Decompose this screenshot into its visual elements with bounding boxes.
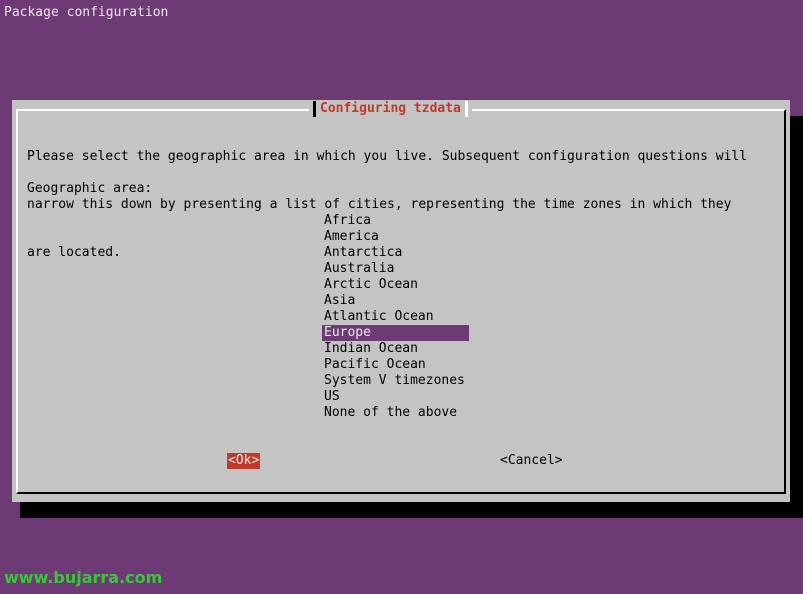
area-option-australia[interactable]: Australia (322, 261, 469, 277)
ok-button[interactable]: <Ok> (227, 453, 261, 469)
area-option-arctic-ocean[interactable]: Arctic Ocean (322, 277, 469, 293)
title-right-bracket (464, 101, 468, 117)
area-option-africa[interactable]: Africa (322, 213, 469, 229)
header-title: Package configuration (4, 5, 169, 20)
area-option-antarctica[interactable]: Antarctica (322, 245, 469, 261)
prompt-line: narrow this down by presenting a list of… (27, 197, 732, 212)
site-watermark: www.bujarra.com (4, 568, 163, 587)
area-option-pacific-ocean[interactable]: Pacific Ocean (322, 357, 469, 373)
geographic-area-label: Geographic area: (27, 181, 153, 196)
cancel-button[interactable]: <Cancel> (499, 453, 564, 469)
area-option-asia[interactable]: Asia (322, 293, 469, 309)
area-option-system-v-timezones[interactable]: System V timezones (322, 373, 469, 389)
area-option-europe[interactable]: Europe (322, 325, 469, 341)
area-option-atlantic-ocean[interactable]: Atlantic Ocean (322, 309, 469, 325)
area-option-us[interactable]: US (322, 389, 469, 405)
area-option-america[interactable]: America (322, 229, 469, 245)
title-left-bracket (313, 101, 316, 117)
prompt-line: Please select the geographic area in whi… (27, 149, 748, 164)
area-option-none-of-the-above[interactable]: None of the above (322, 405, 469, 421)
area-option-indian-ocean[interactable]: Indian Ocean (322, 341, 469, 357)
tzdata-dialog: Configuring tzdata Please select the geo… (12, 100, 790, 502)
dialog-title-bar: Configuring tzdata (309, 100, 472, 118)
geographic-area-list[interactable]: Africa America Antarctica Australia Arct… (322, 213, 469, 421)
dialog-title: Configuring tzdata (320, 101, 461, 116)
